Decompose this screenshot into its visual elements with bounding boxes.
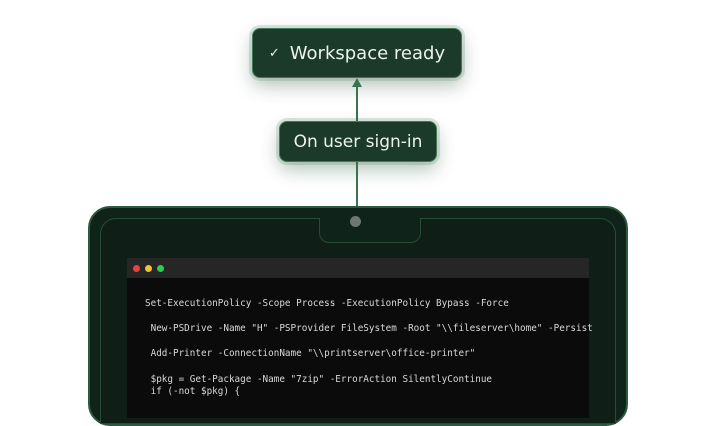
code-line: New-PSDrive -Name "H" -PSProvider FileSy…: [145, 323, 593, 335]
workspace-ready-badge: ✓ Workspace ready: [252, 28, 462, 78]
code-line: Add-Printer -ConnectionName "\\printserv…: [145, 348, 476, 360]
workspace-ready-label: Workspace ready: [289, 42, 446, 64]
maximize-window-button[interactable]: [157, 264, 164, 272]
sign-in-trigger-label: On user sign-in: [293, 131, 423, 152]
close-window-button[interactable]: [133, 264, 140, 272]
code-line: if (-not $pkg) {: [145, 386, 241, 398]
connector-line-lower: [356, 162, 358, 212]
terminal-window: Set-ExecutionPolicy -Scope Process -Exec…: [127, 258, 593, 418]
laptop-notch: [319, 218, 421, 243]
camera-icon: [350, 216, 361, 227]
sign-in-trigger-badge: On user sign-in: [279, 121, 437, 162]
minimize-window-button[interactable]: [145, 264, 152, 272]
connector-line-upper: [356, 86, 358, 121]
terminal-titlebar: [127, 258, 589, 278]
terminal-code: Set-ExecutionPolicy -Scope Process -Exec…: [145, 298, 593, 399]
code-line: Set-ExecutionPolicy -Scope Process -Exec…: [145, 298, 509, 309]
checkmark-icon: ✓: [268, 46, 280, 61]
code-line: $pkg = Get-Package -Name "7zip" -ErrorAc…: [145, 373, 493, 385]
